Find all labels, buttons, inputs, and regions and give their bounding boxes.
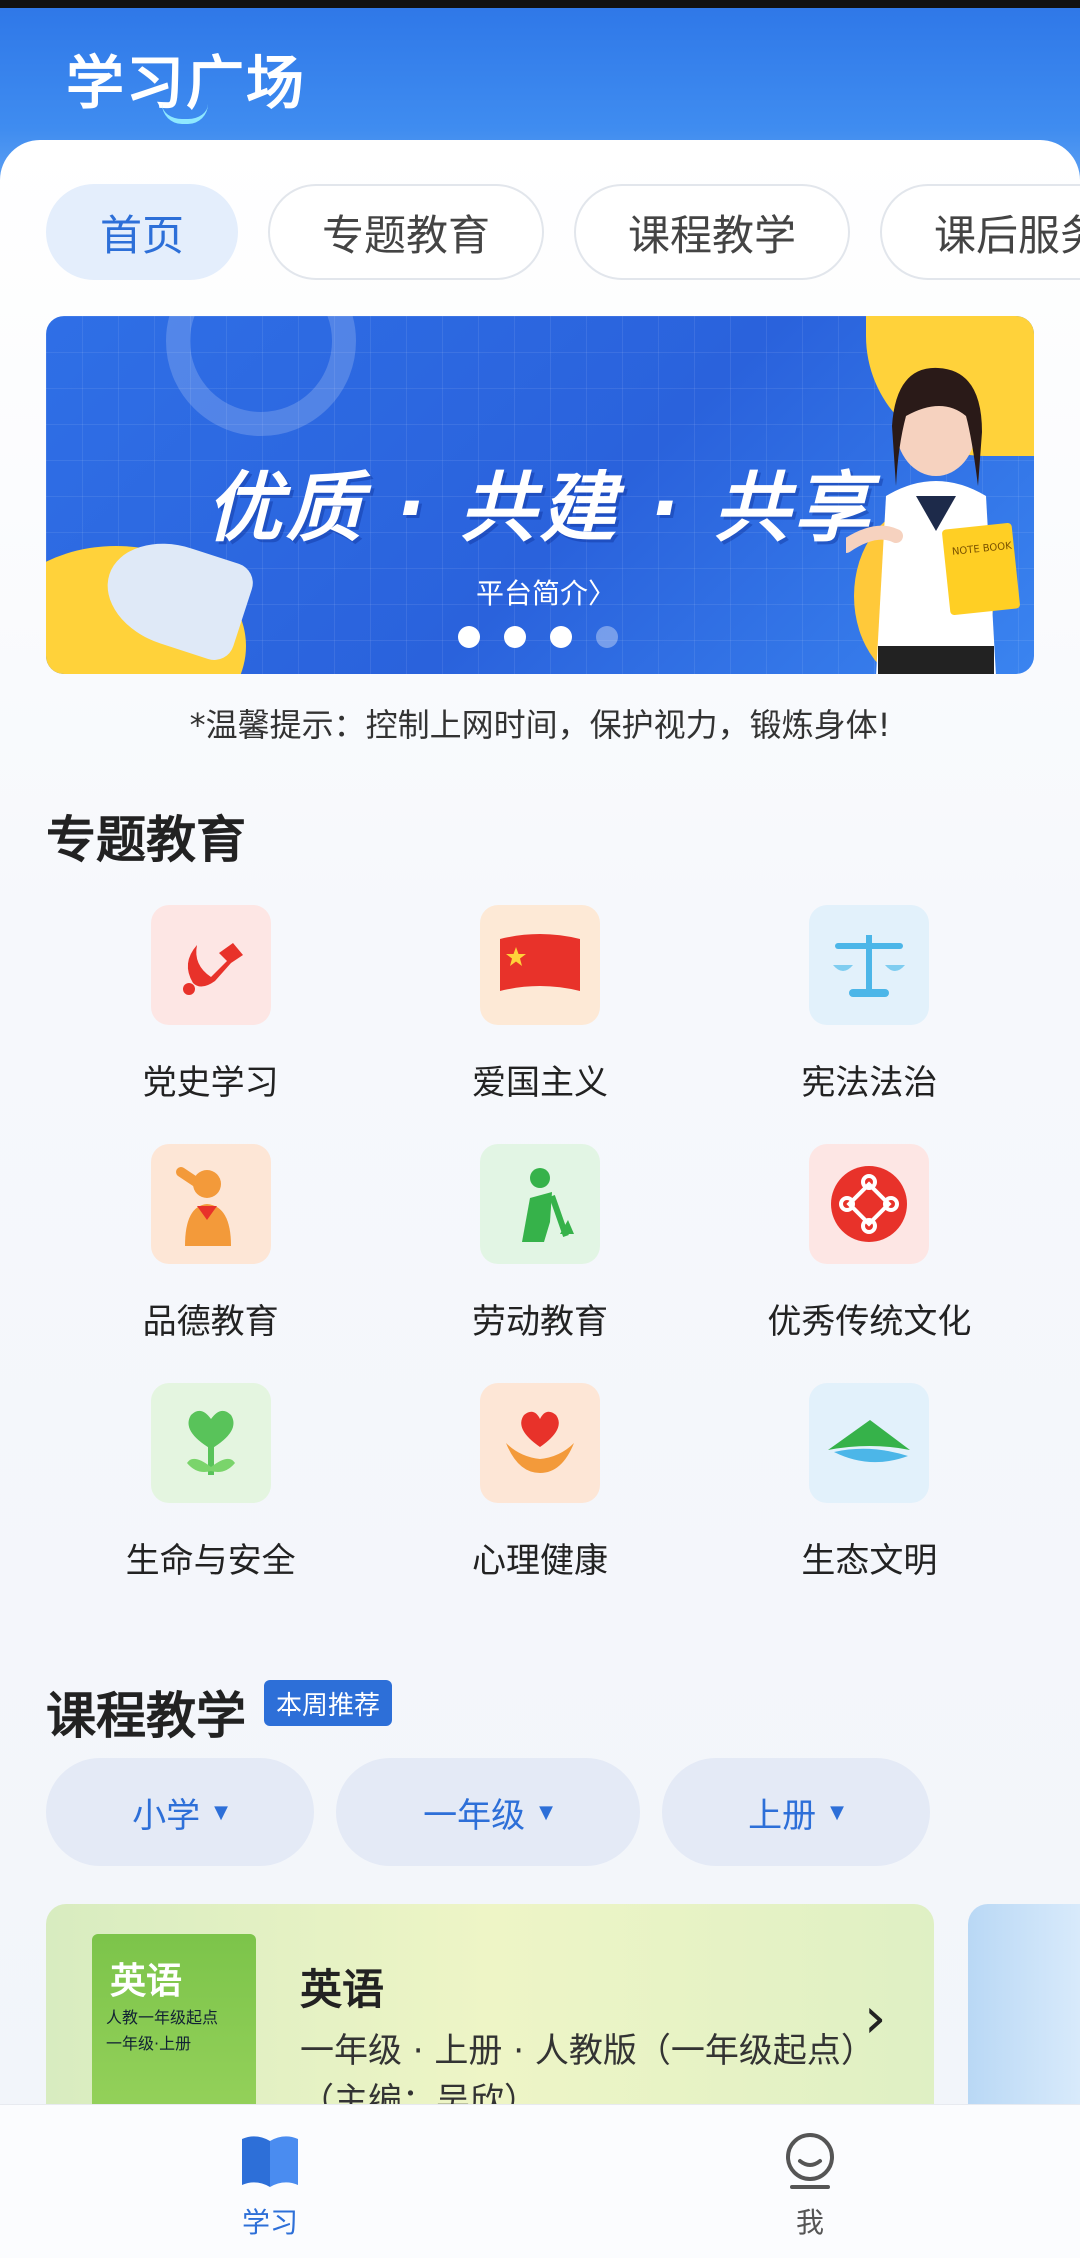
caret-down-icon: ▼	[539, 1801, 553, 1823]
sprout-heart-icon	[150, 1383, 271, 1503]
topic-label: 优秀传统文化	[767, 1302, 972, 1342]
topic-label: 宪法法治	[801, 1063, 938, 1103]
carousel-dot[interactable]	[550, 626, 572, 648]
tab-after-school[interactable]: 课后服务	[880, 184, 1080, 280]
topic-label: 心理健康	[471, 1541, 608, 1581]
course-name: 英语	[300, 1965, 385, 2014]
profile-icon	[786, 2133, 834, 2189]
scales-icon	[809, 905, 930, 1025]
topic-moral-education[interactable]: 品德教育	[46, 1144, 375, 1343]
topic-constitution[interactable]: 宪法法治	[705, 905, 1034, 1104]
cover-grade: 一年级·上册	[106, 2034, 192, 2053]
topic-party-history[interactable]: 党史学习	[46, 905, 375, 1104]
bottom-nav: 学习 我	[0, 2104, 1080, 2258]
carousel-dot[interactable]	[596, 626, 618, 648]
topic-mental-health[interactable]: 心理健康	[375, 1383, 704, 1582]
salute-student-icon	[150, 1144, 271, 1264]
tab-course-teaching[interactable]: 课程教学	[574, 184, 851, 280]
special-education-title: 专题教育	[46, 811, 246, 869]
stage-filter[interactable]: 小学 ▼	[46, 1758, 314, 1866]
mountain-eco-icon	[809, 1383, 930, 1503]
carousel-indicators	[458, 626, 618, 648]
topic-label: 爱国主义	[471, 1063, 608, 1103]
topic-life-safety[interactable]: 生命与安全	[46, 1383, 375, 1582]
carousel-dot[interactable]	[504, 626, 526, 648]
filter-label: 上册	[748, 1795, 817, 1836]
tab-special-education[interactable]: 专题教育	[268, 184, 545, 280]
course-filters: 小学 ▼ 一年级 ▼ 上册 ▼	[46, 1758, 930, 1866]
health-tip: *温馨提示：控制上网时间，保护视力，锻炼身体!	[189, 706, 891, 744]
topic-label: 劳动教育	[471, 1302, 608, 1342]
nav-label: 我	[795, 2206, 824, 2239]
caret-down-icon: ▼	[214, 1801, 228, 1823]
carousel-dot[interactable]	[458, 626, 480, 648]
chevron-right-icon[interactable]: ›	[864, 1986, 886, 2051]
topic-patriotism[interactable]: 爱国主义	[375, 905, 704, 1104]
volume-filter[interactable]: 上册 ▼	[662, 1758, 930, 1866]
status-bar	[0, 0, 1080, 8]
teacher-illustration: NOTE BOOK	[846, 367, 1020, 674]
nav-study[interactable]: 学习	[0, 2105, 540, 2258]
caret-down-icon: ▼	[830, 1801, 844, 1823]
weekly-recommend-badge: 本周推荐	[264, 1680, 393, 1726]
topic-label: 生态文明	[801, 1541, 938, 1581]
banner-carousel[interactable]: 优质 · 共建 · 共享 平台简介〉 NOTE BOOK	[46, 316, 1034, 674]
book-icon	[242, 2136, 298, 2187]
labor-worker-icon	[479, 1144, 600, 1264]
topic-label: 党史学习	[142, 1063, 279, 1103]
topic-label: 品德教育	[142, 1302, 279, 1342]
banner-slogan: 优质 · 共建 · 共享	[206, 463, 874, 552]
logo-smile-mark	[162, 104, 208, 124]
nav-label: 学习	[241, 2206, 298, 2239]
filter-label: 一年级	[423, 1795, 526, 1836]
filter-label: 小学	[132, 1795, 201, 1836]
chinese-knot-icon	[809, 1144, 930, 1264]
heart-hands-icon	[479, 1383, 600, 1503]
tab-home[interactable]: 首页	[46, 184, 239, 280]
topic-labor-education[interactable]: 劳动教育	[375, 1144, 704, 1343]
special-education-grid: 党史学习 爱国主义 宪法法治 品德教育 劳动教育 优秀传统文化 生命与安全 心理…	[46, 905, 1034, 1582]
cover-edition: 人教一年级起点	[106, 2008, 219, 2027]
topic-label: 生命与安全	[125, 1541, 296, 1581]
topic-traditional-culture[interactable]: 优秀传统文化	[705, 1144, 1034, 1343]
national-flag-icon	[479, 905, 600, 1025]
grade-filter[interactable]: 一年级 ▼	[336, 1758, 640, 1866]
topic-ecological-civilization[interactable]: 生态文明	[705, 1383, 1034, 1582]
course-teaching-title: 课程教学	[46, 1687, 246, 1745]
platform-intro-link[interactable]: 平台简介〉	[476, 572, 616, 612]
cover-title: 英语	[110, 1960, 183, 2002]
party-emblem-icon	[150, 905, 271, 1025]
category-tabs: 首页 专题教育 课程教学 课后服务	[46, 184, 1080, 282]
nav-me[interactable]: 我	[540, 2105, 1080, 2258]
